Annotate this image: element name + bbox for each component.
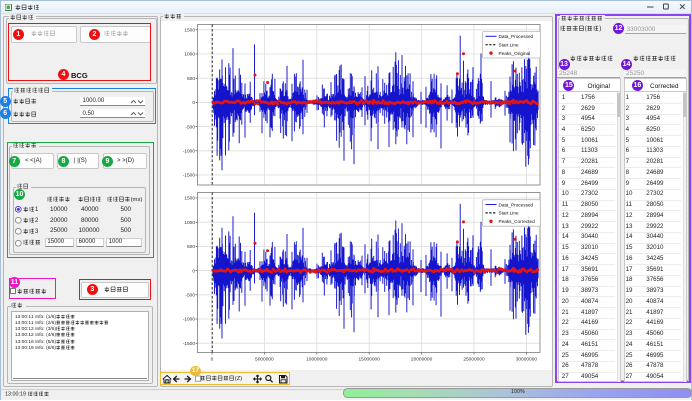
svg-text:9: 9	[31, 345, 34, 351]
svg-text:10000000: 10000000	[306, 357, 328, 363]
svg-text:500: 500	[187, 76, 195, 82]
svg-text::: :	[43, 340, 44, 345]
svg-text:Peaks_Corrected: Peaks_Corrected	[499, 219, 536, 224]
svg-text:(: (	[584, 25, 587, 32]
svg-text:1500: 1500	[184, 196, 195, 202]
svg-text:Data_Processed: Data_Processed	[499, 202, 534, 207]
svg-text:): )	[140, 197, 142, 203]
svg-text:5000000: 5000000	[255, 357, 274, 363]
svg-text:-500: -500	[185, 124, 195, 130]
svg-text:1: 1	[31, 320, 34, 326]
svg-text:2: 2	[31, 332, 34, 338]
svg-text:): )	[54, 332, 56, 338]
svg-text:2: 2	[35, 218, 39, 224]
svg-text:Data_Processed: Data_Processed	[499, 34, 534, 39]
svg-text:): )	[54, 314, 56, 320]
svg-text:Peaks_Original: Peaks_Original	[499, 51, 531, 56]
svg-text:): )	[54, 320, 56, 326]
svg-text:): )	[240, 376, 242, 382]
svg-text:-1500: -1500	[183, 173, 196, 179]
svg-text::: :	[43, 327, 44, 332]
svg-text:20000000: 20000000	[411, 357, 433, 363]
svg-text:0: 0	[192, 100, 195, 106]
svg-text:-1500: -1500	[183, 341, 196, 347]
svg-text:1: 1	[31, 314, 34, 320]
svg-text:500: 500	[187, 244, 195, 250]
svg-text:-500: -500	[185, 293, 195, 299]
svg-text:25000000: 25000000	[463, 357, 485, 363]
svg-text:): )	[599, 25, 601, 32]
svg-text::: :	[43, 315, 44, 320]
svg-text::: :	[43, 346, 44, 351]
svg-text:3: 3	[35, 229, 39, 235]
svg-text:): )	[54, 339, 56, 345]
svg-text:1000: 1000	[184, 220, 195, 226]
svg-text:1000: 1000	[184, 52, 195, 58]
svg-text:-1000: -1000	[183, 149, 196, 155]
svg-text:): )	[54, 345, 56, 351]
svg-text:1: 1	[35, 207, 39, 213]
svg-text:9: 9	[23, 392, 26, 398]
svg-text:1500: 1500	[184, 28, 195, 34]
svg-text:0: 0	[211, 357, 214, 363]
svg-text:30000000: 30000000	[516, 357, 538, 363]
svg-text:0: 0	[192, 268, 195, 274]
svg-text:Start Line: Start Line	[499, 43, 519, 48]
svg-text:Start Line: Start Line	[499, 211, 519, 216]
svg-text::: :	[43, 321, 44, 326]
svg-text:): )	[54, 326, 56, 332]
svg-text:15000000: 15000000	[359, 357, 381, 363]
svg-text::: :	[43, 333, 44, 338]
svg-text:-1000: -1000	[183, 317, 196, 323]
svg-text:6: 6	[31, 339, 34, 345]
svg-text:2: 2	[31, 326, 34, 332]
